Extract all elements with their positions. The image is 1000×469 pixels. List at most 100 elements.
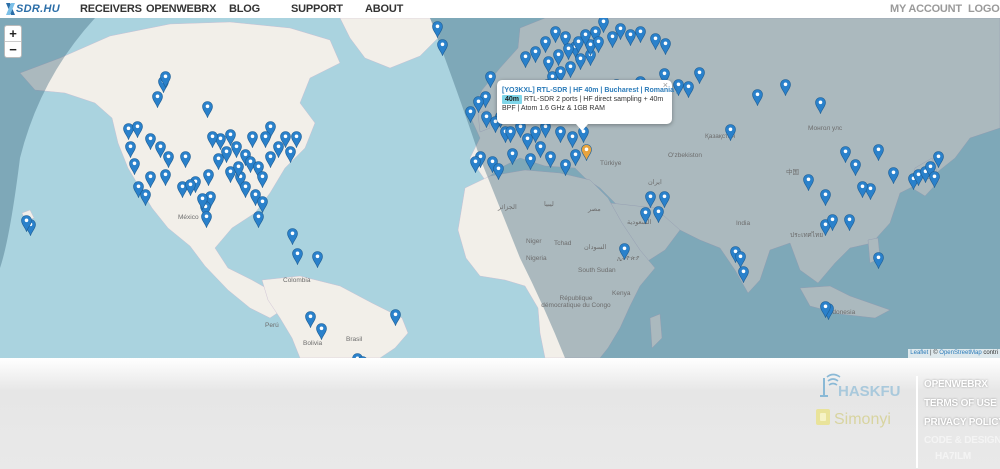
- leaflet-link[interactable]: Leaflet: [910, 350, 928, 356]
- nav-my-account[interactable]: MY ACCOUNT: [890, 3, 962, 15]
- receiver-marker[interactable]: [592, 36, 604, 53]
- receiver-marker[interactable]: [849, 159, 861, 176]
- receiver-marker[interactable]: [529, 46, 541, 63]
- receiver-marker[interactable]: [887, 167, 899, 184]
- receiver-marker[interactable]: [566, 131, 578, 148]
- receiver-marker[interactable]: [484, 71, 496, 88]
- receiver-marker[interactable]: [201, 101, 213, 118]
- zoom-in-button[interactable]: +: [5, 26, 21, 41]
- receiver-map[interactable]: + − México Colombia Perú Bolivia Brasil …: [0, 18, 1000, 358]
- receiver-marker[interactable]: [693, 67, 705, 84]
- nav-about[interactable]: ABOUT: [365, 3, 403, 15]
- receiver-marker[interactable]: [659, 38, 671, 55]
- receiver-marker[interactable]: [658, 191, 670, 208]
- receiver-marker[interactable]: [431, 21, 443, 38]
- popup-receiver-title[interactable]: [YO3KXL] RTL-SDR | HF 40m | Bucharest | …: [502, 86, 678, 95]
- receiver-marker[interactable]: [151, 91, 163, 108]
- nav-blog[interactable]: BLOG: [229, 3, 260, 15]
- receiver-marker[interactable]: [291, 248, 303, 265]
- receiver-marker[interactable]: [464, 106, 476, 123]
- footer-link-code-design[interactable]: CODE & DESIGN: [924, 435, 1000, 446]
- receiver-marker[interactable]: [504, 126, 516, 143]
- receiver-marker[interactable]: [304, 311, 316, 328]
- receiver-marker[interactable]: [206, 131, 218, 148]
- nav-support[interactable]: SUPPORT: [291, 3, 343, 15]
- simonyi-logo[interactable]: Simonyi: [814, 405, 904, 436]
- receiver-marker[interactable]: [506, 148, 518, 165]
- receiver-marker[interactable]: [469, 156, 481, 173]
- sdr-hu-logo[interactable]: SDR.HU: [6, 2, 60, 16]
- footer-link-ha7ilm[interactable]: HA7ILM: [935, 451, 971, 462]
- receiver-marker[interactable]: [200, 211, 212, 228]
- receiver-marker[interactable]: [246, 131, 258, 148]
- receiver-marker[interactable]: [814, 97, 826, 114]
- receiver-marker[interactable]: [286, 228, 298, 245]
- receiver-marker[interactable]: [202, 169, 214, 186]
- receiver-marker[interactable]: [872, 144, 884, 161]
- nav-receivers[interactable]: RECEIVERS: [80, 3, 142, 15]
- receiver-marker[interactable]: [124, 141, 136, 158]
- receiver-marker[interactable]: [139, 189, 151, 206]
- receiver-marker[interactable]: [521, 133, 533, 150]
- receiver-marker[interactable]: [569, 149, 581, 166]
- receiver-marker[interactable]: [634, 26, 646, 43]
- receiver-marker[interactable]: [284, 146, 296, 163]
- receiver-marker[interactable]: [315, 323, 327, 340]
- receiver-marker[interactable]: [212, 153, 224, 170]
- haskfu-logo[interactable]: HASKFU: [814, 372, 914, 403]
- popup-close-button[interactable]: ×: [663, 81, 668, 90]
- nav-openwebrx[interactable]: OPENWEBRX: [146, 3, 217, 15]
- receiver-marker[interactable]: [856, 181, 868, 198]
- receiver-marker[interactable]: [144, 171, 156, 188]
- receiver-marker[interactable]: [311, 251, 323, 268]
- receiver-marker[interactable]: [131, 121, 143, 138]
- receiver-marker[interactable]: [544, 151, 556, 168]
- receiver-marker[interactable]: [179, 151, 191, 168]
- receiver-marker[interactable]: [436, 39, 448, 56]
- receiver-marker[interactable]: [779, 79, 791, 96]
- receiver-marker[interactable]: [232, 161, 244, 178]
- receiver-marker[interactable]: [751, 89, 763, 106]
- receiver-marker[interactable]: [259, 131, 271, 148]
- receiver-marker[interactable]: [224, 129, 236, 146]
- receiver-marker[interactable]: [492, 163, 504, 180]
- selected-receiver-marker[interactable]: [580, 144, 592, 161]
- receiver-marker[interactable]: [389, 309, 401, 326]
- footer-link-privacy[interactable]: PRIVACY POLICY: [924, 417, 1000, 428]
- receiver-marker[interactable]: [826, 214, 838, 231]
- receiver-marker[interactable]: [802, 174, 814, 191]
- receiver-marker[interactable]: [128, 158, 140, 175]
- receiver-marker[interactable]: [724, 124, 736, 141]
- openstreetmap-link[interactable]: OpenStreetMap: [939, 350, 981, 356]
- receiver-marker[interactable]: [554, 126, 566, 143]
- receiver-marker[interactable]: [843, 214, 855, 231]
- receiver-marker[interactable]: [184, 179, 196, 196]
- receiver-marker[interactable]: [159, 71, 171, 88]
- receiver-marker[interactable]: [737, 266, 749, 283]
- receiver-marker[interactable]: [357, 356, 368, 358]
- receiver-marker[interactable]: [252, 211, 264, 228]
- nav-logout[interactable]: LOGOUT: [968, 3, 1000, 15]
- footer-link-terms[interactable]: TERMS OF USE: [924, 398, 997, 409]
- receiver-marker[interactable]: [162, 151, 174, 168]
- receiver-marker[interactable]: [534, 141, 546, 158]
- receiver-marker[interactable]: [549, 26, 561, 43]
- receiver-marker[interactable]: [639, 207, 651, 224]
- receiver-marker[interactable]: [256, 171, 268, 188]
- receiver-marker[interactable]: [819, 189, 831, 206]
- receiver-marker[interactable]: [928, 171, 940, 188]
- footer-link-openwebrx[interactable]: OPENWEBRX: [924, 379, 988, 390]
- receiver-marker[interactable]: [20, 215, 32, 232]
- receiver-marker[interactable]: [652, 206, 664, 223]
- receiver-marker[interactable]: [872, 252, 884, 269]
- receiver-marker[interactable]: [159, 169, 171, 186]
- receiver-marker[interactable]: [196, 193, 208, 210]
- receiver-marker[interactable]: [819, 301, 831, 318]
- receiver-marker[interactable]: [618, 243, 630, 260]
- receiver-marker[interactable]: [539, 36, 551, 53]
- zoom-out-button[interactable]: −: [5, 41, 21, 57]
- receiver-marker[interactable]: [682, 81, 694, 98]
- receiver-marker[interactable]: [290, 131, 302, 148]
- receiver-marker[interactable]: [519, 51, 531, 68]
- receiver-marker[interactable]: [932, 151, 944, 168]
